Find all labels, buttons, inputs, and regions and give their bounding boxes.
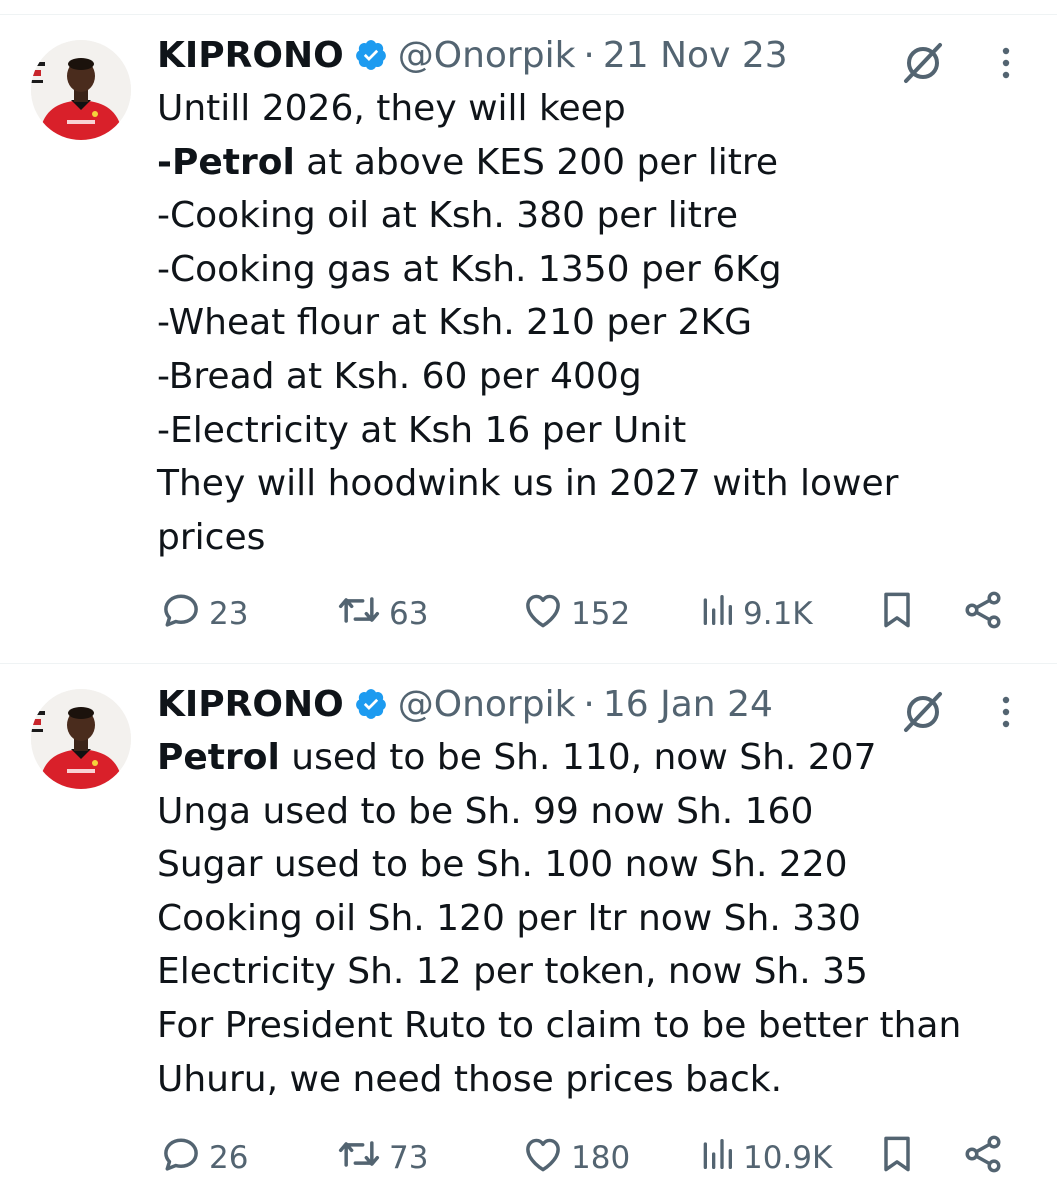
tweet[interactable]: KIPRONO @Onorpik · 16 Jan 24 Petrol used… xyxy=(0,664,1057,1200)
tweet-line: Unga used to be Sh. 99 now Sh. 160 xyxy=(157,790,814,832)
tweet-line: prices xyxy=(157,516,266,558)
tweet-line: Untill 2026, they will keep xyxy=(157,88,626,129)
share-button[interactable] xyxy=(961,586,1005,642)
repost-count: 63 xyxy=(389,596,429,632)
like-count: 180 xyxy=(571,1140,631,1176)
tweet-line: -Cooking gas at Ksh. 1350 per 6Kg xyxy=(157,248,782,290)
repost-icon xyxy=(335,588,383,640)
tweet-line: Petrol used to be Sh. 110, now Sh. 207 xyxy=(157,737,877,778)
repost-button[interactable]: 63 xyxy=(335,586,428,642)
tweet-header: KIPRONO @Onorpik · 21 Nov 23 xyxy=(157,33,788,77)
reply-count: 26 xyxy=(209,1140,249,1176)
tweet[interactable]: KIPRONO @Onorpik · 21 Nov 23 Untill 2026… xyxy=(0,15,1057,663)
tweet-text: Untill 2026, they will keep -Petrol at a… xyxy=(157,82,1017,564)
tweet-line: Electricity Sh. 12 per token, now Sh. 35 xyxy=(157,951,868,993)
share-button[interactable] xyxy=(961,1130,1005,1186)
tweet-line: Cooking oil Sh. 120 per ltr now Sh. 330 xyxy=(157,897,861,939)
views-icon xyxy=(697,588,737,640)
reply-icon xyxy=(159,1132,203,1184)
reply-button[interactable]: 26 xyxy=(159,1130,248,1186)
tweet-header: KIPRONO @Onorpik · 16 Jan 24 xyxy=(157,682,773,726)
tweet-line: -Cooking oil at Ksh. 380 per litre xyxy=(157,195,738,237)
timestamp[interactable]: 21 Nov 23 xyxy=(603,35,788,76)
tweet-line: Uhuru, we need those prices back. xyxy=(157,1058,783,1100)
repost-count: 73 xyxy=(389,1140,429,1176)
avatar[interactable] xyxy=(31,689,131,789)
views-icon xyxy=(697,1132,737,1184)
tweet-line: -Wheat flour at Ksh. 210 per 2KG xyxy=(157,302,752,344)
grok-icon[interactable] xyxy=(898,686,948,736)
views-count: 9.1K xyxy=(743,596,813,632)
bookmark-button[interactable] xyxy=(875,1130,919,1186)
like-button[interactable]: 152 xyxy=(521,586,630,642)
tweet-line: -Electricity at Ksh 16 per Unit xyxy=(157,409,687,451)
views-count: 10.9K xyxy=(743,1140,833,1176)
tweet-line: Sugar used to be Sh. 100 now Sh. 220 xyxy=(157,844,848,886)
bookmark-button[interactable] xyxy=(875,586,919,642)
display-name[interactable]: KIPRONO xyxy=(157,684,344,725)
share-icon xyxy=(961,1132,1005,1184)
views-button[interactable]: 9.1K xyxy=(697,586,813,642)
avatar[interactable] xyxy=(31,40,131,140)
tweet-text: Petrol used to be Sh. 110, now Sh. 207 U… xyxy=(157,731,1017,1106)
grok-icon[interactable] xyxy=(898,37,948,87)
separator: · xyxy=(583,34,595,76)
separator: · xyxy=(583,683,595,725)
views-button[interactable]: 10.9K xyxy=(697,1130,832,1186)
repost-button[interactable]: 73 xyxy=(335,1130,428,1186)
action-bar: 23 63 152 9.1K xyxy=(157,586,1017,642)
like-button[interactable]: 180 xyxy=(521,1130,630,1186)
tweet-line: -Bread at Ksh. 60 per 400g xyxy=(157,355,642,397)
verified-badge-icon[interactable] xyxy=(354,687,388,721)
bookmark-icon xyxy=(875,588,919,640)
handle[interactable]: @Onorpik xyxy=(398,35,576,76)
more-icon[interactable] xyxy=(990,692,1022,732)
share-icon xyxy=(961,588,1005,640)
timestamp[interactable]: 16 Jan 24 xyxy=(603,684,773,725)
display-name[interactable]: KIPRONO xyxy=(157,35,344,76)
more-icon[interactable] xyxy=(990,43,1022,83)
like-count: 152 xyxy=(571,596,631,632)
tweet-line: They will hoodwink us in 2027 with lower xyxy=(157,463,899,505)
heart-icon xyxy=(521,1132,565,1184)
bookmark-icon xyxy=(875,1132,919,1184)
action-bar: 26 73 180 10.9K xyxy=(157,1130,1017,1186)
handle[interactable]: @Onorpik xyxy=(398,684,576,725)
heart-icon xyxy=(521,588,565,640)
verified-badge-icon[interactable] xyxy=(354,38,388,72)
reply-count: 23 xyxy=(209,596,249,632)
reply-icon xyxy=(159,588,203,640)
reply-button[interactable]: 23 xyxy=(159,586,248,642)
tweet-line: For President Ruto to claim to be better… xyxy=(157,1004,962,1046)
repost-icon xyxy=(335,1132,383,1184)
tweet-line: -Petrol at above KES 200 per litre xyxy=(157,141,779,183)
